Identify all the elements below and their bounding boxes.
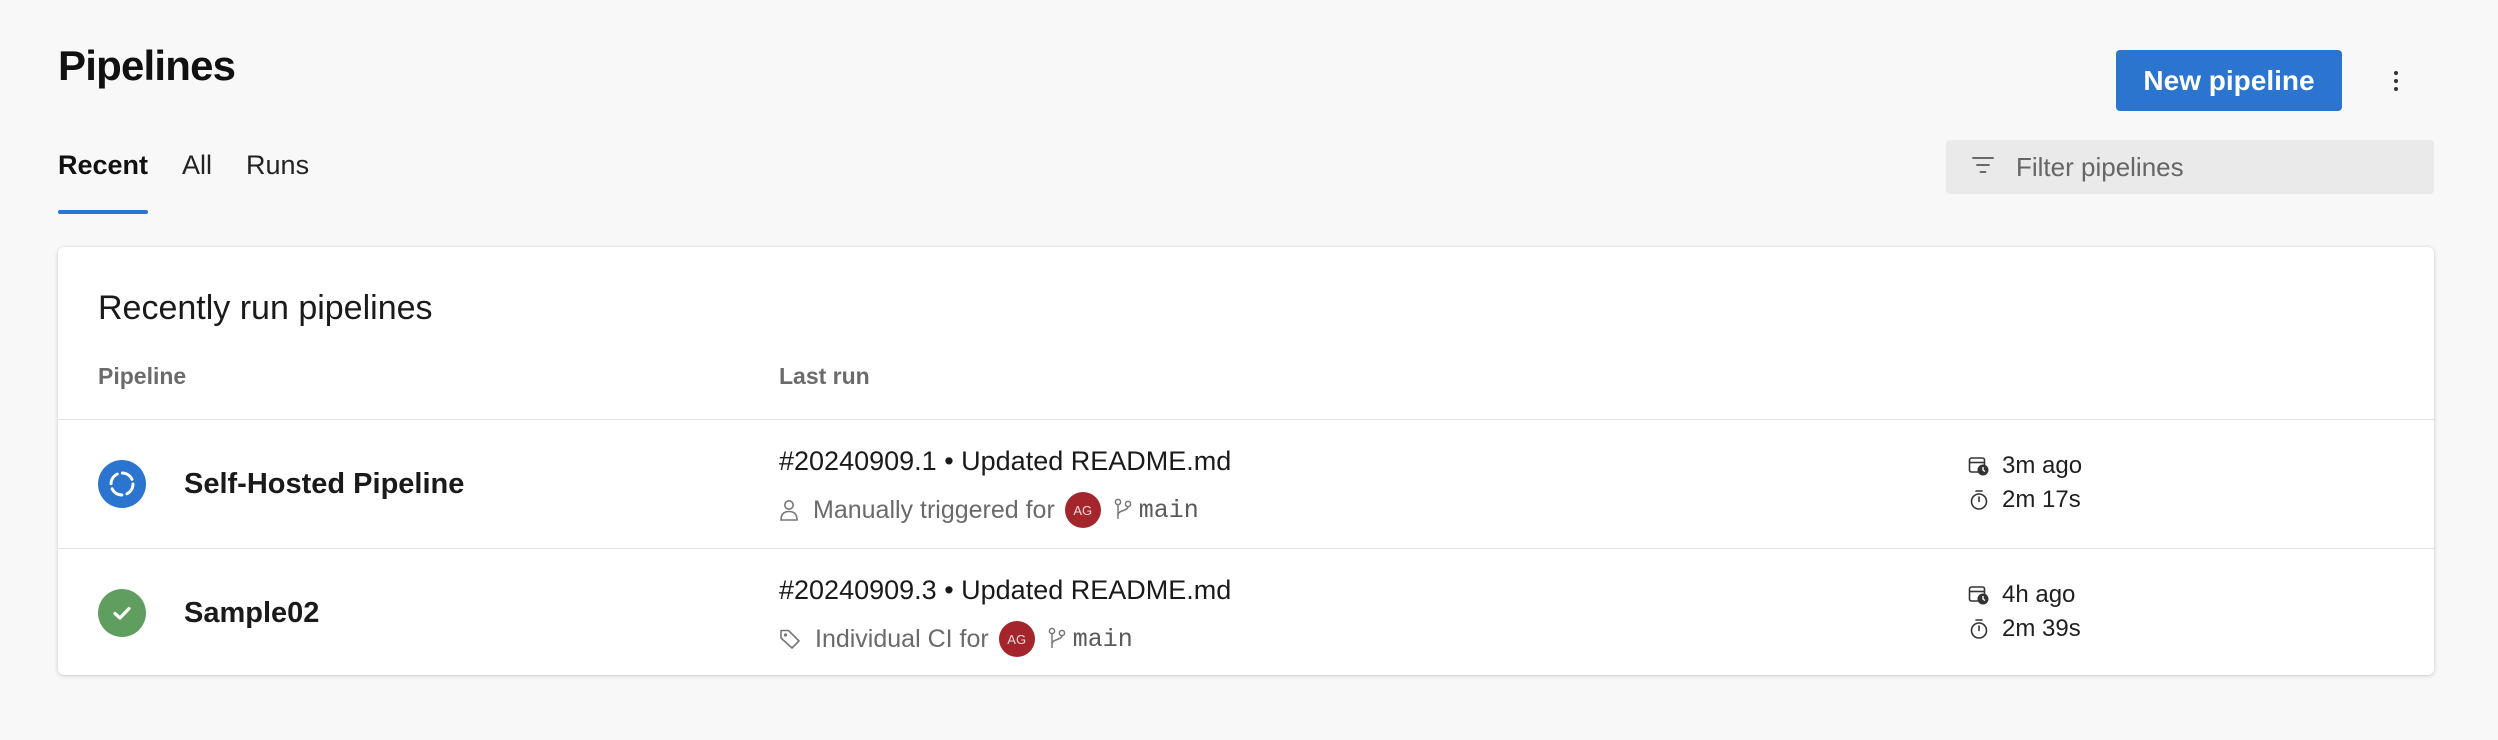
recent-pipelines-card: Recently run pipelines Pipeline Last run… — [58, 247, 2434, 675]
calendar-clock-icon — [1968, 586, 1989, 605]
more-vertical-icon — [2394, 71, 2398, 91]
trigger-text: Individual CI for — [815, 624, 989, 653]
queued-text: 3m ago — [2002, 452, 2083, 479]
run-trigger-info: Individual CI for AG main — [779, 619, 1133, 659]
tag-icon — [779, 628, 801, 650]
run-separator: • — [944, 575, 954, 605]
queued-time: 4h ago — [1968, 579, 2075, 611]
run-id: #20240909.1 — [779, 446, 937, 476]
tab-runs[interactable]: Runs — [246, 150, 309, 214]
branch-name[interactable]: main — [1073, 625, 1133, 654]
stopwatch-icon — [1970, 619, 1988, 639]
commit-message: Updated README.md — [961, 575, 1232, 605]
pipeline-tabs: Recent All Runs — [58, 150, 309, 214]
calendar-clock-icon — [1968, 457, 1989, 476]
run-title[interactable]: #20240909.3 • Updated README.md — [779, 575, 1231, 606]
tab-all[interactable]: All — [182, 150, 212, 214]
table-row[interactable]: Sample02 #20240909.3 • Updated README.md… — [58, 548, 2434, 677]
duration-text: 2m 39s — [2002, 615, 2081, 642]
pipeline-name[interactable]: Self-Hosted Pipeline — [184, 468, 464, 501]
column-header-pipeline: Pipeline — [98, 363, 187, 389]
person-icon — [779, 498, 799, 522]
duration-text: 2m 17s — [2002, 486, 2081, 513]
more-options-button[interactable] — [2378, 58, 2414, 104]
table-row[interactable]: Self-Hosted Pipeline #20240909.1 • Updat… — [58, 419, 2434, 548]
run-id: #20240909.3 — [779, 575, 937, 605]
avatar: AG — [998, 621, 1035, 657]
trigger-text: Manually triggered for — [813, 495, 1055, 524]
filter-icon — [1972, 156, 1994, 179]
new-pipeline-button[interactable]: New pipeline — [2116, 50, 2342, 111]
queued-text: 4h ago — [2002, 581, 2076, 608]
tab-recent[interactable]: Recent — [58, 150, 149, 214]
stopwatch-icon — [1970, 490, 1988, 510]
check-circle-icon — [98, 589, 146, 637]
run-title[interactable]: #20240909.1 • Updated README.md — [779, 446, 1231, 477]
commit-message: Updated README.md — [961, 446, 1232, 476]
queued-time: 3m ago — [1968, 450, 2082, 482]
filter-input[interactable] — [2016, 151, 2396, 183]
run-separator: • — [944, 446, 954, 476]
run-trigger-info: Manually triggered for AG main — [779, 490, 1199, 530]
branch-icon — [1113, 498, 1133, 522]
run-duration: 2m 17s — [1968, 484, 2081, 516]
pipeline-name[interactable]: Sample02 — [184, 597, 319, 630]
avatar: AG — [1064, 492, 1101, 528]
card-title: Recently run pipelines — [98, 289, 433, 327]
filter-box[interactable] — [1946, 140, 2434, 194]
in-progress-icon — [98, 460, 146, 508]
page-title: Pipelines — [58, 42, 236, 89]
run-duration: 2m 39s — [1968, 613, 2081, 645]
branch-name[interactable]: main — [1139, 496, 1199, 525]
branch-icon — [1047, 627, 1067, 651]
column-header-last-run: Last run — [779, 363, 870, 389]
